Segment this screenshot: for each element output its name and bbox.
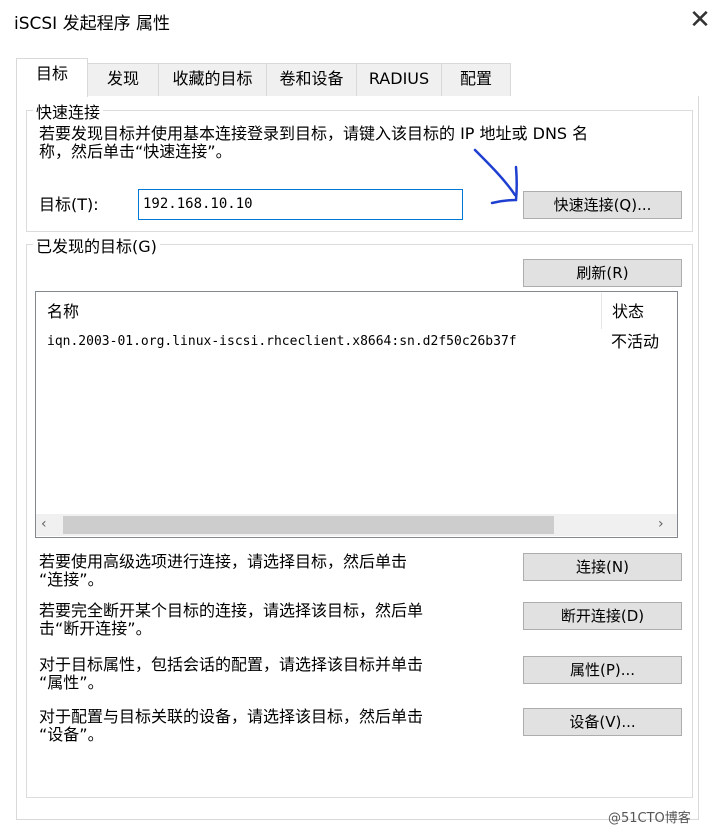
- column-header-status[interactable]: 状态: [612, 303, 644, 321]
- disconnect-button[interactable]: 断开连接(D): [523, 602, 682, 630]
- table-row[interactable]: iqn.2003-01.org.linux-iscsi.rhceclient.x…: [37, 329, 676, 355]
- devices-desc-line1: 对于配置与目标关联的设备，请选择该目标，然后单击: [39, 707, 424, 726]
- disconnect-desc-line2: 击“断开连接”。: [39, 619, 152, 638]
- scroll-left-icon[interactable]: ‹: [41, 516, 47, 532]
- devices-button[interactable]: 设备(V)...: [523, 708, 682, 736]
- watermark: @51CTO博客: [608, 811, 691, 826]
- tab-targets[interactable]: 目标: [16, 58, 88, 97]
- tab-radius[interactable]: RADIUS: [356, 63, 442, 96]
- column-divider[interactable]: [601, 293, 602, 329]
- connect-button[interactable]: 连接(N): [523, 553, 682, 581]
- connect-desc-line2: “连接”。: [39, 570, 104, 589]
- tab-volumes-devices[interactable]: 卷和设备: [266, 63, 357, 96]
- quick-connect-desc-line2: 称，然后单击“快速连接”。: [39, 142, 232, 161]
- devices-desc-line2: “设备”。: [39, 725, 104, 744]
- refresh-button[interactable]: 刷新(R): [523, 259, 682, 287]
- properties-button[interactable]: 属性(P)...: [523, 656, 682, 684]
- window-title: iSCSI 发起程序 属性: [14, 14, 170, 34]
- close-icon[interactable]: ✕: [682, 2, 718, 38]
- scrollbar-thumb[interactable]: [63, 516, 554, 534]
- annotation-arrow-icon: [473, 148, 518, 205]
- discovered-targets-legend: 已发现的目标(G): [33, 233, 160, 257]
- column-header-name[interactable]: 名称: [47, 303, 79, 321]
- target-name-cell: iqn.2003-01.org.linux-iscsi.rhceclient.x…: [47, 334, 517, 349]
- target-status-cell: 不活动: [611, 332, 660, 351]
- tab-discovery[interactable]: 发现: [87, 63, 159, 96]
- quick-connect-legend: 快速连接: [33, 99, 104, 123]
- properties-desc-line2: “属性”。: [39, 673, 104, 692]
- disconnect-desc-line1: 若要完全断开某个目标的连接，请选择该目标，然后单: [39, 601, 424, 620]
- target-label: 目标(T):: [39, 195, 99, 214]
- properties-desc-line1: 对于目标属性，包括会话的配置，请选择该目标并单击: [39, 655, 424, 674]
- tab-favorite-targets[interactable]: 收藏的目标: [158, 63, 267, 96]
- target-input[interactable]: 192.168.10.10: [138, 189, 463, 220]
- quick-connect-button[interactable]: 快速连接(Q)...: [523, 191, 682, 219]
- tab-configuration[interactable]: 配置: [441, 63, 511, 96]
- scroll-right-icon[interactable]: ›: [658, 516, 664, 532]
- connect-desc-line1: 若要使用高级选项进行连接，请选择目标，然后单击: [39, 552, 408, 571]
